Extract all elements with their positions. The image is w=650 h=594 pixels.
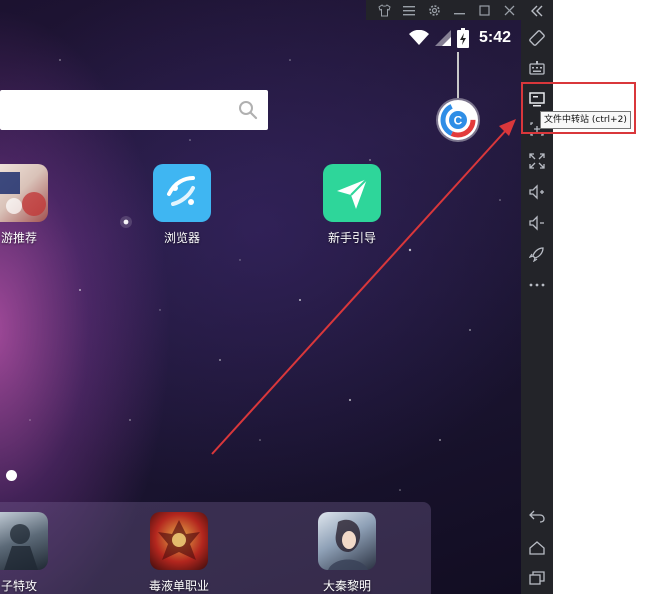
maximize-button[interactable]: [476, 2, 492, 18]
search-input[interactable]: [8, 98, 232, 122]
dock-app-special-ops[interactable]: 子特攻: [0, 512, 59, 594]
volume-up-icon: [529, 184, 544, 200]
double-chevron-left-icon: [531, 5, 543, 17]
search-bar[interactable]: [0, 90, 268, 130]
app-label: 毒液单职业: [148, 579, 209, 593]
back-icon: [529, 510, 545, 523]
more-button[interactable]: [526, 274, 548, 296]
close-button[interactable]: [501, 2, 517, 18]
menu-icon: [403, 5, 415, 15]
page-indicator-dot: [6, 470, 17, 481]
battery-charging-icon: [456, 28, 469, 48]
game-venom-icon: [150, 512, 208, 570]
home-button[interactable]: [526, 537, 548, 559]
app-label: 大秦黎明: [322, 579, 371, 593]
settings-button[interactable]: [426, 2, 442, 18]
rocket-icon: [529, 247, 544, 262]
floating-assistant-icon: C: [440, 102, 476, 138]
more-dots-icon: [529, 283, 545, 287]
annotation-highlight-box: [521, 82, 636, 134]
gear-icon: [428, 4, 440, 16]
back-button[interactable]: [526, 505, 548, 527]
rotate-icon: [529, 30, 545, 46]
dock-app-venom[interactable]: 毒液单职业: [139, 512, 219, 594]
app-label: 游推荐: [0, 231, 37, 245]
emulator-screen: 5:42 C 游推荐 浏览器 新手引导 子特攻 毒液单职业 大秦黎明: [0, 0, 521, 594]
floating-assistant-button[interactable]: C: [438, 100, 478, 140]
shirt-icon: [377, 3, 391, 16]
app-label: 浏览器: [163, 231, 200, 245]
maximize-icon: [478, 4, 490, 16]
search-icon[interactable]: [238, 100, 258, 120]
signal-icon: [434, 30, 451, 46]
volume-down-button[interactable]: [526, 212, 548, 234]
recent-apps-icon: [529, 571, 545, 585]
app-label: 子特攻: [0, 579, 37, 593]
volume-down-icon: [529, 215, 544, 231]
status-time: 5:42: [478, 29, 511, 46]
dock-app-qin-dawn[interactable]: 大秦黎明: [307, 512, 387, 594]
minimize-icon: [453, 12, 465, 14]
close-icon: [504, 5, 514, 15]
app-novice-guide[interactable]: 新手引导: [312, 164, 392, 246]
floating-assistant-tether: [457, 52, 459, 98]
minimize-button[interactable]: [451, 2, 467, 18]
skin-button[interactable]: [376, 2, 392, 18]
browser-icon: [153, 164, 211, 222]
game-qin-dawn-icon: [318, 512, 376, 570]
recent-apps-button[interactable]: [526, 567, 548, 589]
fullscreen-icon: [529, 153, 545, 169]
game-recommend-icon: [0, 164, 48, 222]
novice-guide-icon: [323, 164, 381, 222]
app-label: 新手引导: [327, 231, 376, 245]
wifi-icon: [408, 30, 429, 45]
speedup-button[interactable]: [526, 243, 548, 265]
svg-text:C: C: [454, 114, 463, 128]
menu-button[interactable]: [401, 2, 417, 18]
app-browser[interactable]: 浏览器: [142, 164, 222, 246]
keyboard-icon: [529, 61, 545, 75]
rotate-screen-button[interactable]: [526, 27, 548, 49]
app-game-recommend[interactable]: 游推荐: [0, 164, 59, 246]
window-titlebar: [366, 0, 521, 20]
keyboard-button[interactable]: [526, 57, 548, 79]
collapse-toolbar-button[interactable]: [526, 0, 548, 22]
status-bar: 5:42: [408, 26, 511, 50]
home-icon: [529, 541, 545, 555]
fullscreen-button[interactable]: [526, 150, 548, 172]
game-special-ops-icon: [0, 512, 48, 570]
volume-up-button[interactable]: [526, 181, 548, 203]
